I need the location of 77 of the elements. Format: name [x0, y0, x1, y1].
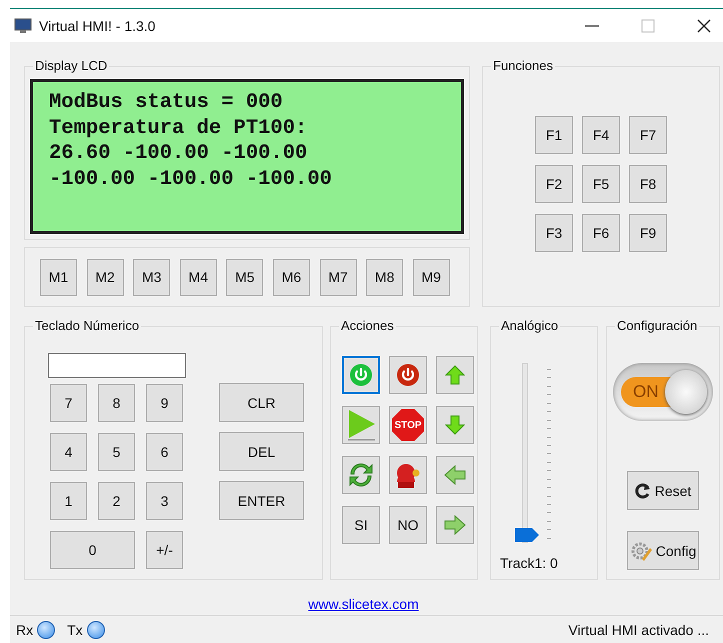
led-indicator [86, 620, 105, 638]
slider-thumb[interactable] [515, 528, 539, 542]
action-icon-button[interactable] [389, 456, 427, 494]
key-button[interactable]: 0 [50, 531, 135, 569]
memory-button[interactable]: M3 [133, 258, 170, 296]
memory-button[interactable]: M1 [40, 258, 77, 296]
key-button[interactable]: CLR [219, 383, 304, 422]
power-icon [349, 363, 373, 387]
lcd-text: Temperatura de PT100: [49, 116, 308, 141]
memory-button[interactable]: M8 [366, 258, 404, 296]
function-button[interactable]: F7 [629, 116, 667, 154]
number-input-field[interactable] [48, 353, 186, 378]
function-button[interactable]: F9 [629, 214, 667, 252]
lcd-text: ModBus status = 000 [49, 90, 284, 116]
monitor-icon [14, 18, 32, 34]
action-icon-button[interactable] [436, 456, 474, 494]
key-button[interactable]: 1 [50, 482, 87, 520]
memory-button[interactable]: M5 [226, 258, 264, 296]
action-icon-button[interactable] [436, 356, 474, 394]
key-button[interactable]: ENTER [219, 481, 304, 520]
key-button[interactable]: 5 [98, 433, 135, 471]
lcd-text: -100.00 -100.00 -100.00 [49, 166, 333, 192]
group-label: Analógico [499, 318, 560, 333]
action-icon-button[interactable] [342, 356, 380, 394]
close-icon[interactable] [697, 18, 711, 32]
key-button[interactable]: 9 [146, 384, 183, 422]
key-button[interactable]: 4 [50, 433, 87, 471]
group-label: Configuración [615, 318, 700, 333]
function-button[interactable]: F3 [535, 214, 573, 252]
action-icon-button[interactable] [389, 356, 427, 394]
action-icon-button[interactable] [436, 406, 474, 444]
left-arrow-icon [444, 465, 466, 485]
function-button[interactable]: F4 [582, 116, 620, 154]
track-reading: Track1: 0 [500, 555, 558, 571]
group-label: Teclado Númerico [33, 318, 142, 333]
key-button[interactable]: 3 [146, 482, 183, 520]
window-title: Virtual HMI! - 1.3.0 [39, 18, 156, 34]
website-link[interactable]: www.slicetex.com [308, 596, 419, 612]
group-label: Acciones [339, 318, 396, 333]
reset-icon [634, 482, 651, 498]
key-button[interactable]: 8 [98, 384, 135, 422]
power-icon [396, 363, 420, 387]
play-icon [346, 409, 376, 441]
refresh-icon [347, 461, 375, 489]
function-button[interactable]: F1 [535, 116, 573, 154]
memory-button[interactable]: M9 [412, 258, 450, 296]
key-button[interactable]: +/- [146, 531, 183, 569]
memory-button[interactable]: M2 [86, 258, 124, 296]
function-button[interactable]: F6 [582, 214, 620, 252]
function-button[interactable]: F8 [629, 165, 667, 203]
led-indicator [37, 620, 56, 638]
function-button[interactable]: F5 [582, 165, 620, 203]
function-button[interactable]: F2 [535, 165, 573, 203]
status-message: Virtual HMI activado ... [568, 622, 709, 638]
up-arrow-icon [445, 365, 465, 385]
key-button[interactable]: 6 [146, 433, 183, 471]
memory-button[interactable]: M7 [320, 258, 357, 296]
action-button[interactable]: SI [342, 506, 380, 544]
key-button[interactable]: 2 [98, 482, 135, 520]
tx-label: Tx [67, 622, 83, 638]
gear-icon [630, 540, 652, 562]
action-icon-button[interactable] [342, 456, 380, 494]
lcd-text: 26.60 -100.00 -100.00 [49, 141, 308, 166]
down-arrow-icon [445, 415, 465, 435]
right-arrow-icon [444, 515, 466, 535]
memory-button[interactable]: M6 [272, 258, 310, 296]
memory-button[interactable]: M4 [180, 258, 217, 296]
rx-label: Rx [16, 622, 34, 638]
key-button[interactable]: DEL [219, 432, 304, 471]
reset-button[interactable]: Reset [627, 471, 699, 510]
action-icon-button[interactable] [436, 506, 474, 544]
config-button[interactable]: Config [627, 531, 699, 570]
group-label: Funciones [491, 58, 555, 73]
key-button[interactable]: 7 [50, 384, 87, 422]
group-label: Display LCD [33, 58, 110, 73]
action-button[interactable]: NO [389, 506, 427, 544]
vertical-slider[interactable] [515, 363, 539, 543]
